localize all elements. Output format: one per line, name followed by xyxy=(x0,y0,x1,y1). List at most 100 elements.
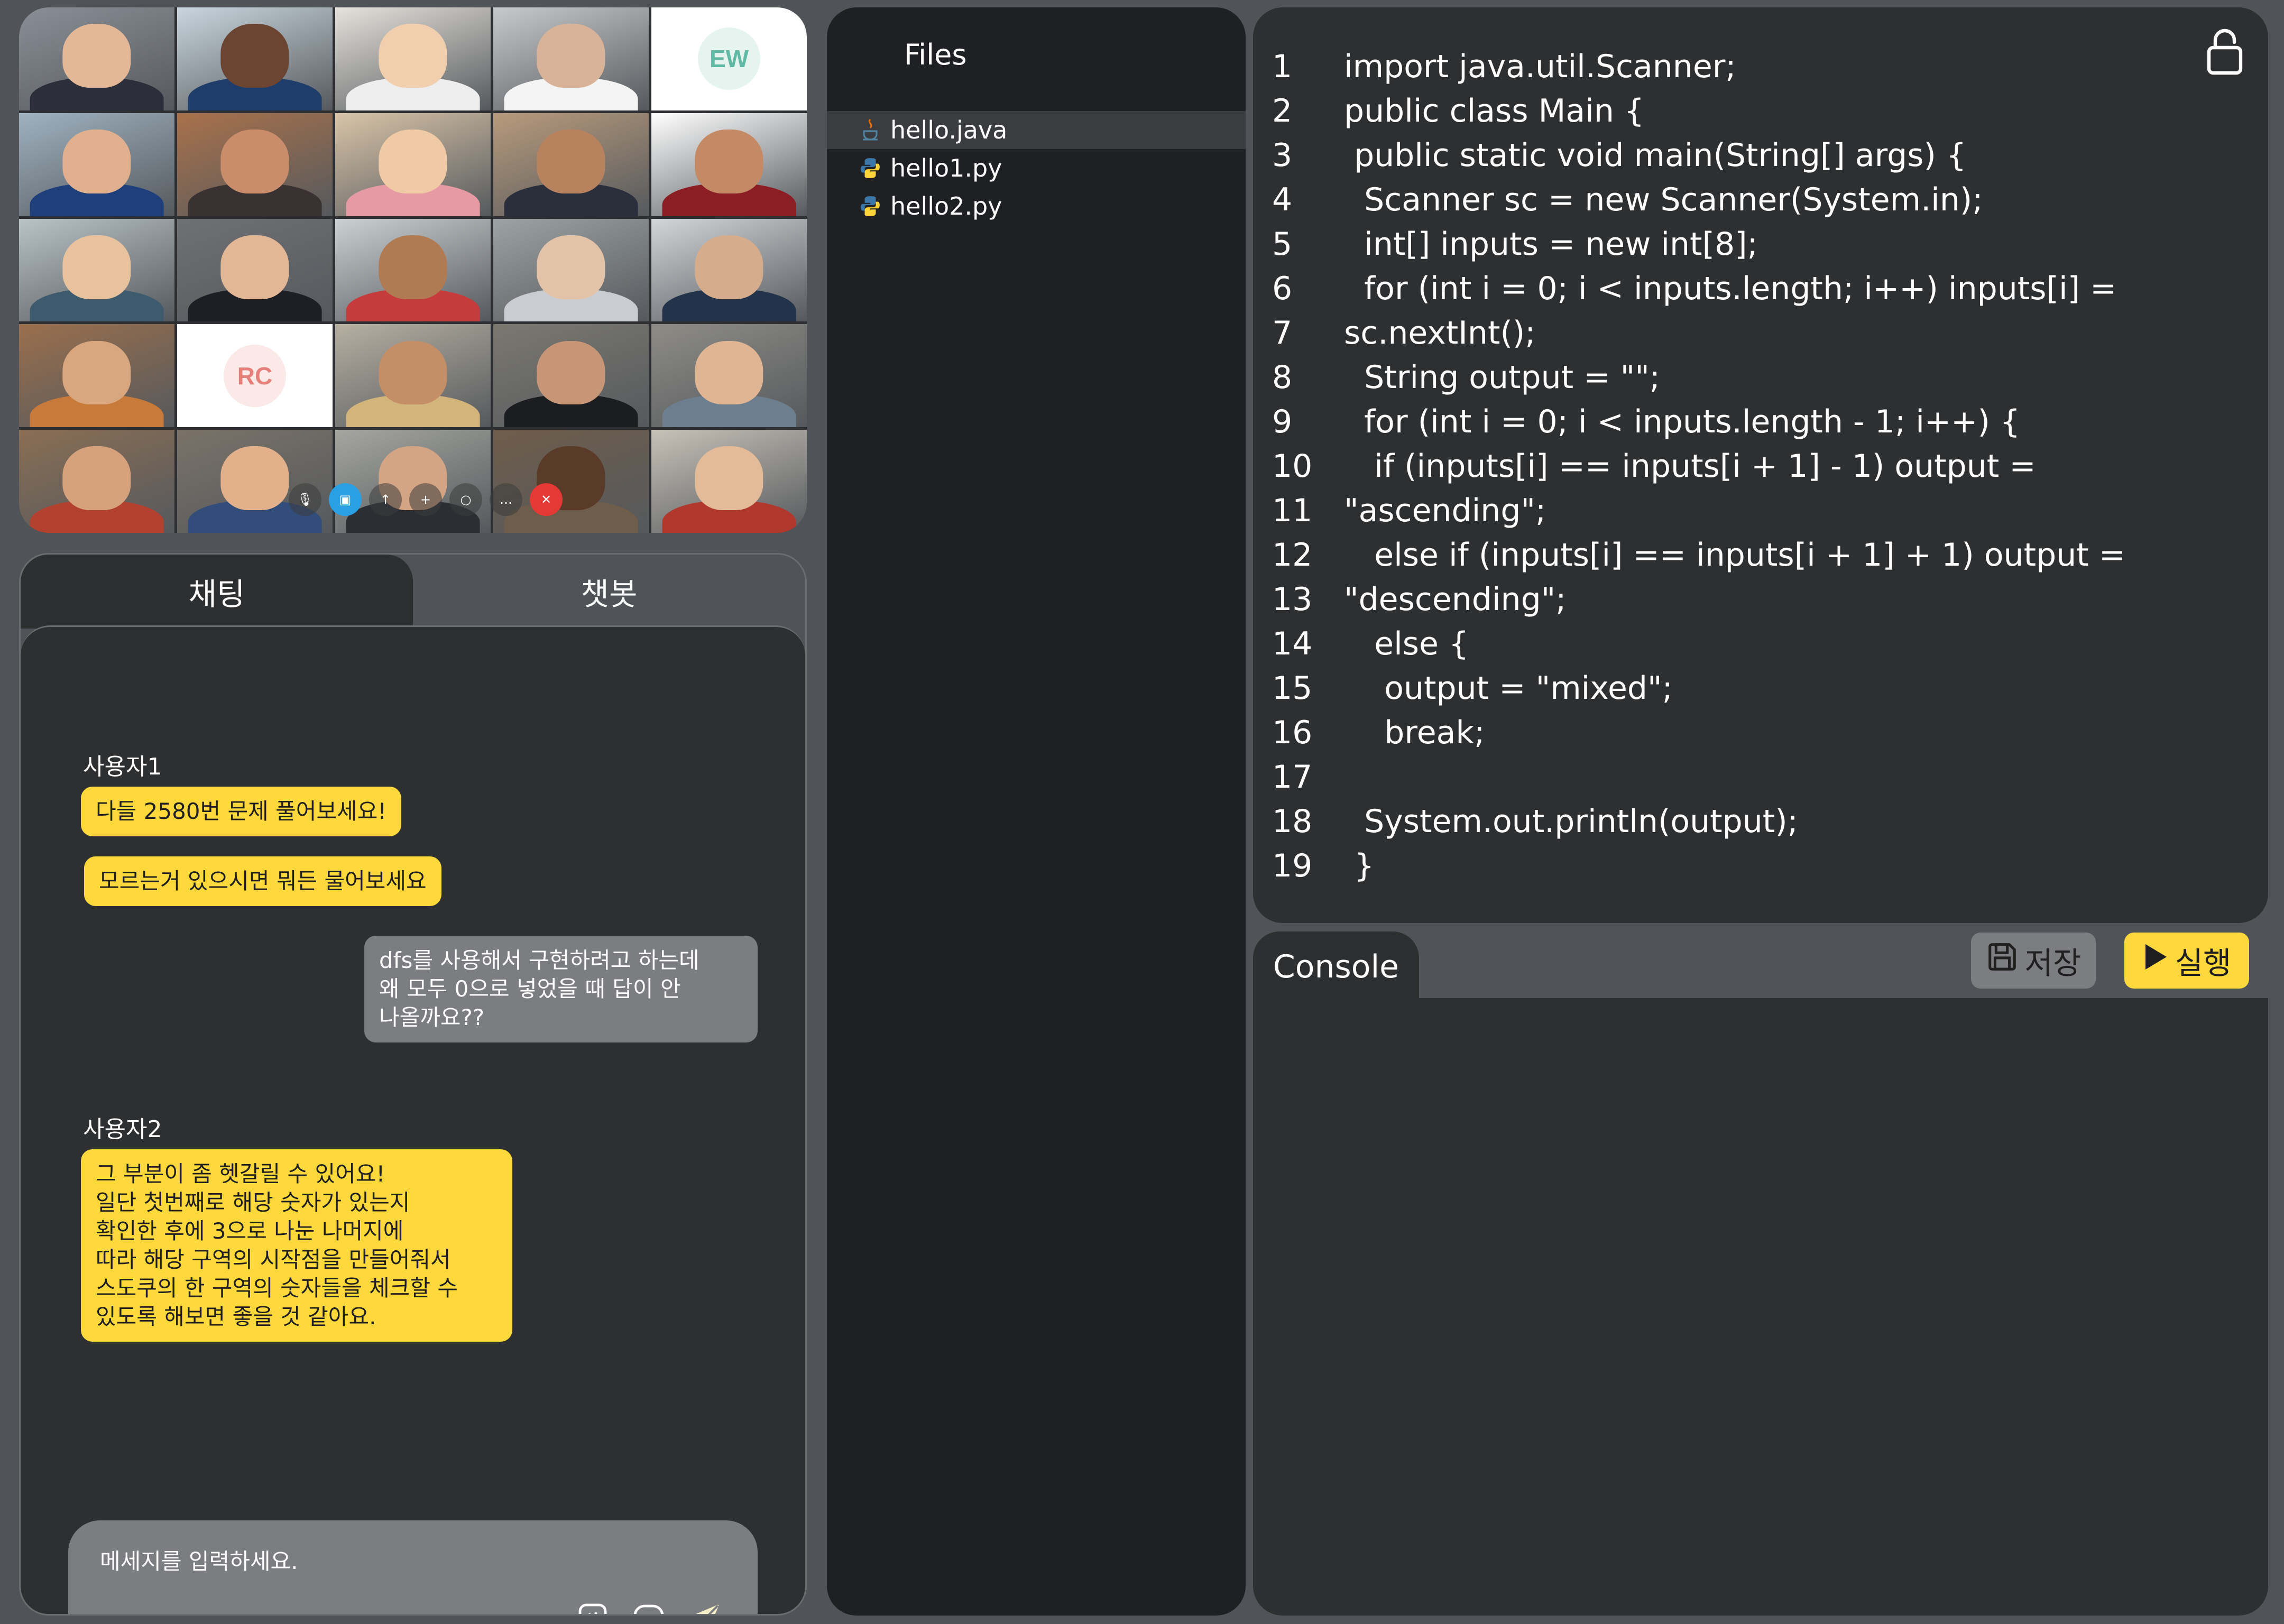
file-name: hello.java xyxy=(890,116,1008,144)
tab-chatbot[interactable]: 챗봇 xyxy=(413,555,805,629)
message-sender: 사용자1 xyxy=(83,753,162,780)
participant-video-tile[interactable] xyxy=(335,218,491,322)
participant-video-tile[interactable] xyxy=(177,7,333,110)
participant-video-tile[interactable] xyxy=(651,113,807,216)
code-line[interactable]: 12 else if (inputs[i] == inputs[i + 1] +… xyxy=(1272,533,2125,577)
participant-tile[interactable]: EW xyxy=(651,7,807,110)
line-number: 14 xyxy=(1272,625,1313,662)
tab-console[interactable]: Console xyxy=(1253,931,1419,1002)
run-button-label: 실행 xyxy=(2175,945,2232,981)
code-line[interactable]: 14 else { xyxy=(1272,622,2125,666)
participant-video-tile[interactable] xyxy=(651,324,807,428)
code-line[interactable]: 6 for (int i = 0; i < inputs.length; i++… xyxy=(1272,266,2125,311)
send-icon[interactable] xyxy=(685,1601,723,1614)
participant-video-tile[interactable] xyxy=(651,218,807,322)
participant-video-tile[interactable] xyxy=(493,7,649,110)
code-text: Scanner sc = new Scanner(System.in); xyxy=(1344,181,1983,218)
code-line[interactable]: 17 xyxy=(1272,755,2125,799)
code-line[interactable]: 5 int[] inputs = new int[8]; xyxy=(1272,222,2125,266)
code-line[interactable]: 18 System.out.println(output); xyxy=(1272,799,2125,844)
emoji-icon[interactable] xyxy=(630,1601,668,1614)
code-line[interactable]: 13 "descending"; xyxy=(1272,577,2125,622)
code-text: public class Main { xyxy=(1344,93,1645,130)
participant-video-tile[interactable] xyxy=(19,218,174,322)
add-participant-icon[interactable]: + xyxy=(409,483,442,516)
console-output[interactable] xyxy=(1253,998,2268,1616)
file-name: hello2.py xyxy=(890,192,1002,220)
end-call-icon[interactable]: ✕ xyxy=(530,483,563,516)
code-line[interactable]: 11 "ascending"; xyxy=(1272,488,2125,533)
code-line[interactable]: 4 Scanner sc = new Scanner(System.in); xyxy=(1272,178,2125,222)
camera-icon[interactable]: ▣ xyxy=(329,483,362,516)
code-lines[interactable]: 1 import java.util.Scanner; 2 public class … xyxy=(1272,44,2125,888)
attach-file-icon[interactable] xyxy=(574,1601,612,1614)
chat-tab-bar: 채팅 챗봇 xyxy=(21,555,805,629)
code-text: System.out.println(output); xyxy=(1344,803,1798,840)
file-item-hello1-py[interactable]: hello1.py xyxy=(827,149,1246,187)
code-line[interactable]: 19 } xyxy=(1272,844,2125,888)
code-text: String output = ""; xyxy=(1344,359,1661,396)
participant-video-tile[interactable] xyxy=(493,113,649,216)
participant-video-tile[interactable] xyxy=(177,113,333,216)
code-text: int[] inputs = new int[8]; xyxy=(1344,226,1758,263)
save-button[interactable]: 저장 xyxy=(1971,933,2096,989)
more-options-icon[interactable]: … xyxy=(490,483,522,516)
code-line[interactable]: 10 if (inputs[i] == inputs[i + 1] - 1) o… xyxy=(1272,444,2125,488)
message-input[interactable]: 메세지를 입력하세요. xyxy=(68,1520,758,1614)
code-editor[interactable]: 1 import java.util.Scanner; 2 public class … xyxy=(1253,7,2268,923)
participant-video-tile[interactable] xyxy=(19,7,174,110)
participant-video-tile[interactable] xyxy=(335,324,491,428)
chat-message-area[interactable]: 사용자1 다들 2580번 문제 풀어보세요! 모르는거 있으시면 뭐든 물어보… xyxy=(21,625,805,1614)
run-button[interactable]: 실행 xyxy=(2124,933,2249,989)
code-text: "ascending"; xyxy=(1344,492,1546,529)
line-number: 10 xyxy=(1272,448,1313,485)
chat-bubble-icon[interactable]: ○ xyxy=(449,483,482,516)
participant-video-tile[interactable] xyxy=(335,113,491,216)
code-line[interactable]: 16 break; xyxy=(1272,710,2125,755)
code-line[interactable]: 7 sc.nextInt(); xyxy=(1272,311,2125,355)
participant-video-tile[interactable] xyxy=(19,430,174,533)
line-number: 6 xyxy=(1272,270,1293,307)
file-explorer: Files hello.java hello1.py hello2.py xyxy=(827,7,1246,1616)
microphone-icon[interactable]: 🎙 xyxy=(289,483,321,516)
files-title: Files xyxy=(904,38,967,71)
python-icon xyxy=(859,156,882,180)
participant-video-tile[interactable] xyxy=(493,430,649,533)
code-line[interactable]: 8 String output = ""; xyxy=(1272,355,2125,400)
code-line[interactable]: 2 public class Main { xyxy=(1272,89,2125,133)
line-number: 1 xyxy=(1272,48,1293,85)
code-line[interactable]: 3 public static void main(String[] args)… xyxy=(1272,133,2125,178)
participant-video-tile[interactable] xyxy=(19,324,174,428)
participant-video-tile[interactable] xyxy=(177,430,333,533)
participant-video-tile[interactable] xyxy=(335,430,491,533)
participant-tile[interactable]: RC xyxy=(177,324,333,428)
line-number: 15 xyxy=(1272,670,1313,707)
lock-icon[interactable] xyxy=(2204,26,2246,77)
code-line[interactable]: 9 for (int i = 0; i < inputs.length - 1;… xyxy=(1272,400,2125,444)
code-text: public static void main(String[] args) { xyxy=(1344,137,1967,174)
share-screen-icon[interactable]: ↑ xyxy=(369,483,402,516)
participant-video-tile[interactable] xyxy=(19,113,174,216)
code-line[interactable]: 15 output = "mixed"; xyxy=(1272,666,2125,710)
file-item-hello2-py[interactable]: hello2.py xyxy=(827,187,1246,225)
code-text: else { xyxy=(1344,625,1469,662)
code-text: import java.util.Scanner; xyxy=(1344,48,1736,85)
participant-video-tile[interactable] xyxy=(177,218,333,322)
file-item-hello-java[interactable]: hello.java xyxy=(827,111,1246,149)
participant-initials-avatar: EW xyxy=(698,27,760,90)
code-line[interactable]: 1 import java.util.Scanner; xyxy=(1272,44,2125,89)
call-controls: 🎙 ▣ ↑ + ○… ✕ xyxy=(289,483,563,516)
line-number: 2 xyxy=(1272,93,1293,130)
line-number: 8 xyxy=(1272,359,1293,396)
participant-video-tile[interactable] xyxy=(493,218,649,322)
chat-panel: 채팅 챗봇 사용자1 다들 2580번 문제 풀어보세요! 모르는거 있으시면 … xyxy=(19,553,807,1616)
participant-video-tile[interactable] xyxy=(335,7,491,110)
participant-video-tile[interactable] xyxy=(493,324,649,428)
message-sender: 사용자2 xyxy=(83,1116,162,1143)
python-icon xyxy=(859,195,882,218)
chat-message: 다들 2580번 문제 풀어보세요! xyxy=(81,787,402,836)
tab-chat[interactable]: 채팅 xyxy=(21,555,413,629)
chat-message: 모르는거 있으시면 뭐든 물어보세요 xyxy=(84,856,441,906)
message-input-placeholder: 메세지를 입력하세요. xyxy=(100,1548,298,1574)
participant-video-tile[interactable] xyxy=(651,430,807,533)
